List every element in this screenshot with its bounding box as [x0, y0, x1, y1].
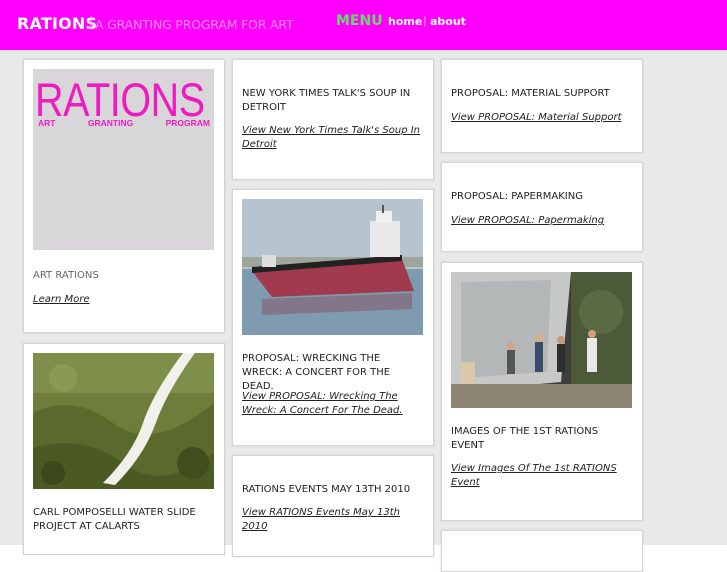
water-slide-photo[interactable]	[33, 353, 214, 489]
post-link[interactable]: Learn More	[33, 293, 215, 307]
logo-sub-art: ART	[38, 118, 56, 128]
post-link[interactable]: View New York Times Talk's Soup In Detro…	[242, 124, 424, 152]
post-title: ART RATIONS	[33, 270, 99, 281]
post-title: RATIONS EVENTS MAY 13TH 2010	[242, 484, 411, 495]
title-separator: |	[89, 15, 94, 30]
logo-sub-program: PROGRAM	[165, 118, 210, 128]
post-card: RATIONS ART GRANTING PROGRAM ART RATIONS…	[23, 59, 225, 333]
nav-about-link[interactable]: about	[430, 15, 466, 28]
post-title: IMAGES OF THE 1ST RATIONS EVENT	[451, 426, 599, 451]
freighter-photo[interactable]	[242, 199, 423, 335]
post-title: PROPOSAL: MATERIAL SUPPORT	[451, 88, 610, 99]
logo-sub-granting: GRANTING	[87, 118, 134, 128]
post-title: PROPOSAL: PAPERMAKING	[451, 191, 583, 202]
post-card: CARL POMPOSELLI WATER SLIDE PROJECT AT C…	[23, 343, 225, 555]
post-link[interactable]: View PROPOSAL: Papermaking	[451, 214, 633, 228]
post-title: NEW YORK TIMES TALK'S SOUP IN DETROIT	[242, 88, 411, 113]
post-card: RATIONS EVENTS MAY 13TH 2010 View RATION…	[232, 455, 434, 557]
post-link[interactable]: View PROPOSAL: Wrecking The Wreck: A Con…	[242, 390, 424, 418]
post-card: PROPOSAL: PAPERMAKING View PROPOSAL: Pap…	[441, 162, 643, 252]
nav-separator: |	[423, 14, 427, 27]
post-link[interactable]: View Images Of The 1st RATIONS Event	[451, 462, 633, 490]
post-title: CARL POMPOSELLI WATER SLIDE PROJECT AT C…	[33, 507, 196, 532]
site-title[interactable]: RATIONS	[17, 14, 97, 33]
posts-grid: RATIONS ART GRANTING PROGRAM ART RATIONS…	[0, 50, 727, 572]
rations-logo-image[interactable]: RATIONS ART GRANTING PROGRAM	[33, 69, 214, 250]
logo-subtitle: ART GRANTING PROGRAM	[38, 118, 210, 128]
ship-image	[242, 199, 423, 335]
post-card: PROPOSAL: WRECKING THE WRECK: A CONCERT …	[232, 189, 434, 446]
post-title: PROPOSAL: WRECKING THE WRECK: A CONCERT …	[242, 353, 391, 392]
post-card: NEW YORK TIMES TALK'S SOUP IN DETROIT Vi…	[232, 59, 434, 180]
post-link[interactable]: View RATIONS Events May 13th 2010	[242, 506, 424, 534]
event-photo[interactable]	[451, 272, 632, 408]
hillside-image	[33, 353, 214, 489]
site-tagline: A GRANTING PROGRAM FOR ART	[95, 17, 294, 32]
nav-home-link[interactable]: home	[388, 15, 422, 28]
post-card: PROPOSAL: MATERIAL SUPPORT View PROPOSAL…	[441, 59, 643, 153]
post-card	[441, 530, 643, 572]
post-link[interactable]: View PROPOSAL: Material Support	[451, 111, 633, 125]
post-card: IMAGES OF THE 1ST RATIONS EVENT View Ima…	[441, 262, 643, 521]
menu-label[interactable]: MENU	[336, 13, 383, 29]
event-image	[451, 272, 632, 408]
site-header: RATIONS | A GRANTING PROGRAM FOR ART MEN…	[0, 0, 727, 50]
